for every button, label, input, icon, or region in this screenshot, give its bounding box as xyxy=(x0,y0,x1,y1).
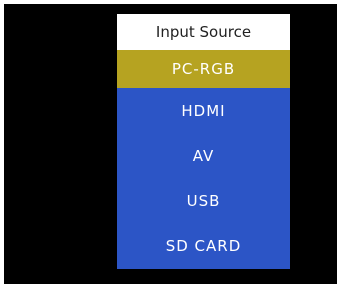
input-source-menu: Input Source PC-RGB HDMI AV USB SD CARD xyxy=(117,14,290,269)
menu-item-av[interactable]: AV xyxy=(117,133,290,178)
menu-item-sd-card[interactable]: SD CARD xyxy=(117,224,290,269)
menu-item-usb[interactable]: USB xyxy=(117,179,290,224)
menu-item-list: PC-RGB HDMI AV USB SD CARD xyxy=(117,50,290,269)
menu-title: Input Source xyxy=(117,14,290,50)
menu-item-pc-rgb[interactable]: PC-RGB xyxy=(117,50,290,88)
display-screen: Input Source PC-RGB HDMI AV USB SD CARD xyxy=(4,4,337,284)
menu-item-hdmi[interactable]: HDMI xyxy=(117,88,290,133)
